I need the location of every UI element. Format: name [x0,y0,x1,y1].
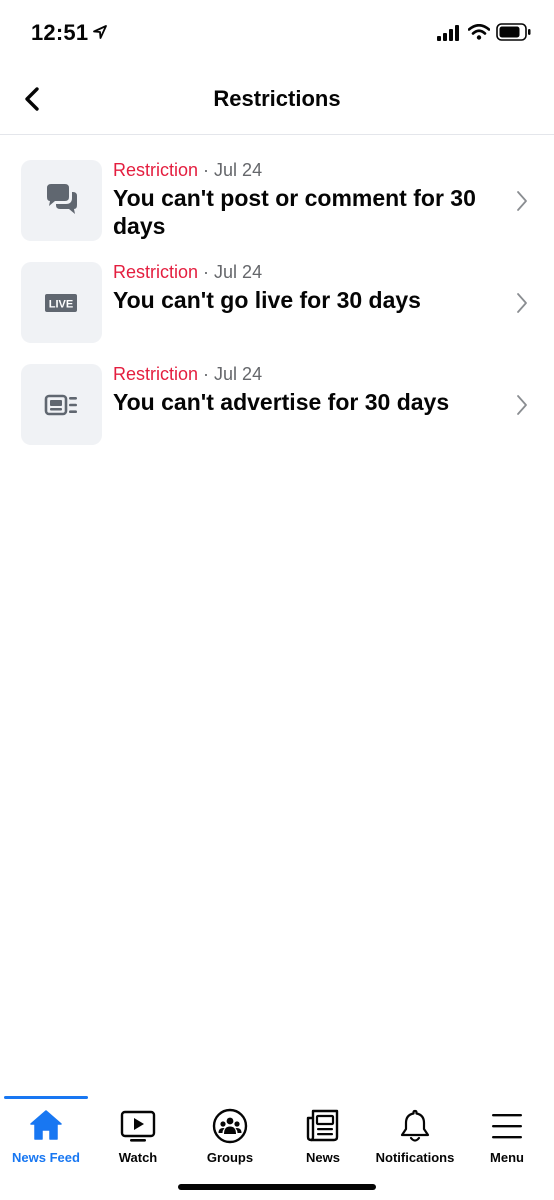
tab-label: Menu [490,1150,524,1165]
restriction-title: You can't advertise for 30 days [113,389,450,415]
chevron-right-icon [517,191,527,211]
location-arrow-icon [93,25,107,39]
chevron-right-icon [517,395,527,415]
item-icon-box [21,160,102,241]
restriction-type: Restriction [113,364,199,384]
item-meta: Restriction · Jul 24 [113,262,262,283]
restriction-date: Jul 24 [214,364,263,384]
battery-icon [496,23,531,41]
tab-menu[interactable]: Menu [461,1096,553,1176]
groups-icon [212,1108,248,1144]
item-icon-box: LIVE [21,262,102,343]
chevron-right-icon [517,293,527,313]
item-meta: Restriction · Jul 24 [113,160,262,181]
restriction-type: Restriction [113,160,199,180]
restriction-item-advertise[interactable]: Restriction · Jul 24 You can't advertise… [0,364,554,454]
restriction-date: Jul 24 [214,262,263,282]
status-time: 12:51 [31,20,89,45]
tab-watch[interactable]: Watch [92,1096,184,1176]
item-meta: Restriction · Jul 24 [113,364,262,385]
meta-separator: · [203,160,215,180]
newspaper-icon [306,1109,339,1142]
home-icon [30,1110,62,1140]
home-indicator [178,1184,376,1190]
restriction-title: You can't go live for 30 days [113,287,421,313]
hamburger-menu-icon [492,1114,522,1139]
tab-news-feed[interactable]: News Feed [0,1096,92,1176]
tab-groups[interactable]: Groups [184,1096,276,1176]
ad-icon [44,394,77,416]
meta-separator: · [203,364,215,384]
item-icon-box [21,364,102,445]
cellular-signal-icon [437,25,459,41]
chat-bubbles-icon [47,184,77,214]
tab-news[interactable]: News [277,1096,369,1176]
restriction-title: You can't post or comment for 30 days [113,185,476,239]
meta-separator: · [203,262,215,282]
restriction-type: Restriction [113,262,199,282]
bell-icon [400,1109,430,1142]
tab-notifications[interactable]: Notifications [369,1096,461,1176]
restrictions-screen: 12:51 Restrictions Restriction · Jul 24 … [0,0,554,1200]
restriction-item-live[interactable]: LIVE Restriction · Jul 24 You can't go l… [0,262,554,352]
live-icon-text: LIVE [49,299,73,311]
header: Restrictions [0,64,554,135]
wifi-icon [468,24,490,40]
status-bar: 12:51 [0,0,554,64]
restriction-item-post-comment[interactable]: Restriction · Jul 24 You can't post or c… [0,160,554,250]
restriction-date: Jul 24 [214,160,263,180]
live-icon: LIVE [45,294,77,312]
video-icon [120,1110,156,1142]
page-title: Restrictions [213,86,341,111]
